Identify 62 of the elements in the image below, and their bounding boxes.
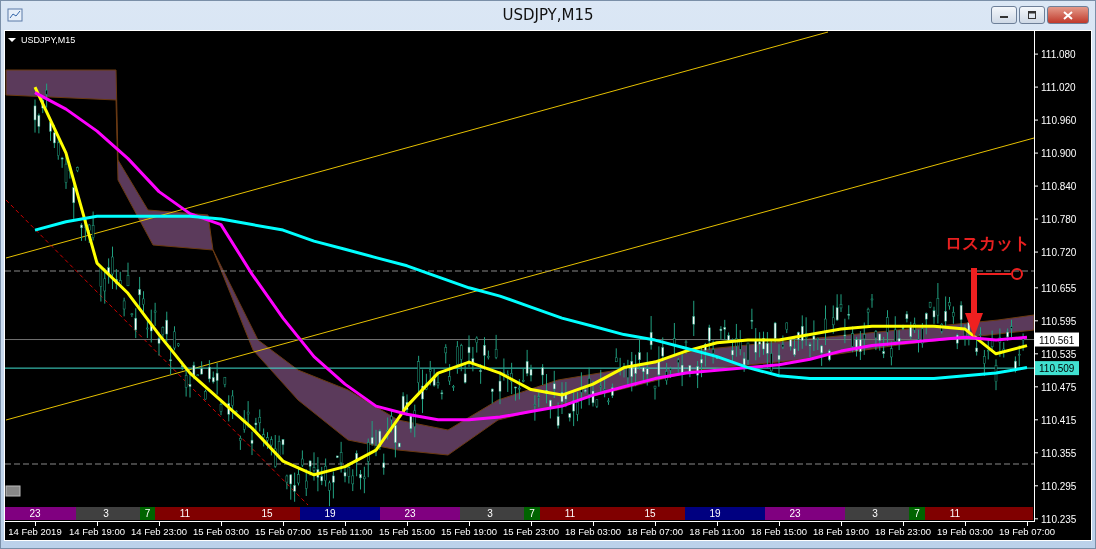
loss-cut-annotation: ロスカット [945, 233, 1030, 253]
time-axis-label: 15 Feb 23:00 [503, 526, 559, 537]
time-axis-label: 18 Feb 19:00 [813, 526, 869, 537]
time-axis-label: 18 Feb 15:00 [751, 526, 807, 537]
session-hour-label: 3 [872, 508, 878, 519]
price-axis-label: 110.960 [1041, 115, 1077, 127]
session-hour-label: 11 [179, 508, 191, 519]
session-hour-label: 3 [487, 508, 493, 519]
window-title: USDJPY,M15 [502, 6, 594, 24]
time-axis-label: 15 Feb 03:00 [193, 526, 249, 537]
minimize-button[interactable] [991, 6, 1017, 24]
price-axis-label: 110.900 [1041, 148, 1077, 160]
price-axis-label: 110.535 [1041, 348, 1077, 360]
price-axis-label: 111.020 [1041, 82, 1076, 94]
maximize-icon [1027, 11, 1037, 19]
session-hour-label: 23 [29, 508, 41, 519]
price-axis-label: 110.235 [1041, 513, 1077, 525]
arrow-drawing [965, 268, 1023, 337]
price-axis-label: 110.720 [1041, 247, 1077, 259]
session-hour-label: 15 [261, 508, 273, 519]
session-hour-label: 19 [709, 508, 721, 519]
session-hour-label: 11 [564, 508, 576, 519]
session-hour-label: 7 [529, 508, 535, 519]
scroll-handle[interactable] [5, 485, 21, 497]
chart-window-icon [7, 7, 23, 23]
time-axis-label: 18 Feb 07:00 [627, 526, 683, 537]
price-axis-label: 111.080 [1041, 49, 1076, 61]
symbol-label: USDJPY,M15 [21, 35, 76, 45]
session-hour-label: 11 [949, 508, 961, 519]
session-hour-label: 23 [404, 508, 416, 519]
price-axis-label: 110.415 [1041, 414, 1077, 426]
time-axis-label: 15 Feb 11:00 [317, 526, 373, 537]
price-axis-label: 110.655 [1041, 282, 1077, 294]
time-axis-label: 14 Feb 23:00 [131, 526, 187, 537]
time-axis-label: 18 Feb 11:00 [689, 526, 745, 537]
price-axis-label: 110.475 [1041, 381, 1077, 393]
price-axis-label: 110.780 [1041, 214, 1077, 226]
session-hour-label: 15 [644, 508, 656, 519]
session-hour-label: 7 [144, 508, 151, 519]
price-axis-label: 110.355 [1041, 447, 1077, 459]
session-hour-label: 23 [789, 508, 801, 519]
session-hour-label: 19 [324, 508, 336, 519]
session-hour-label: 3 [103, 508, 109, 519]
time-axis-label: 18 Feb 03:00 [565, 526, 621, 537]
close-icon [1063, 10, 1073, 20]
price-marker: 110.561 [1035, 332, 1079, 347]
dropdown-triangle-icon[interactable] [8, 38, 16, 42]
price-marker: 110.509 [1035, 361, 1079, 376]
time-axis-label: 14 Feb 19:00 [69, 526, 125, 537]
price-axis-label: 110.840 [1041, 181, 1077, 193]
time-axis-label: 15 Feb 07:00 [255, 526, 311, 537]
time-axis-label: 14 Feb 2019 [8, 526, 62, 537]
time-axis-label: 18 Feb 23:00 [875, 526, 931, 537]
session-hour-label: 7 [914, 508, 920, 519]
close-button[interactable] [1047, 6, 1089, 24]
time-axis-label: 19 Feb 07:00 [999, 526, 1055, 537]
maximize-button[interactable] [1019, 6, 1045, 24]
price-axis-label: 110.295 [1041, 480, 1077, 492]
time-axis-label: 19 Feb 03:00 [937, 526, 993, 537]
price-axis-label: 110.595 [1041, 315, 1077, 327]
time-axis-label: 15 Feb 19:00 [441, 526, 497, 537]
time-axis-label: 15 Feb 15:00 [379, 526, 435, 537]
